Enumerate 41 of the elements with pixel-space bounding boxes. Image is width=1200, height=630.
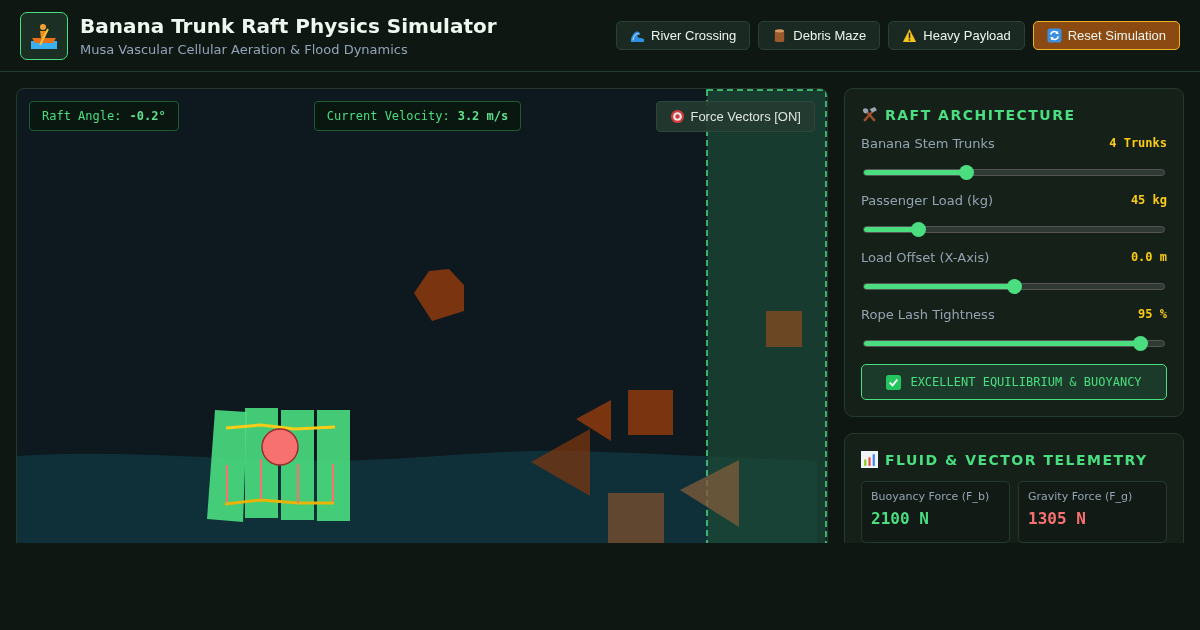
slider-label: Passenger Load (kg) bbox=[861, 193, 993, 208]
slider-reading: 45 kg bbox=[1130, 193, 1167, 208]
check-icon bbox=[886, 374, 902, 390]
debris-triangle bbox=[680, 460, 739, 527]
app-subtitle: Musa Vascular Cellular Aeration & Flood Dynamics bbox=[80, 42, 409, 57]
slider-label: Banana Stem Trunks bbox=[861, 136, 995, 151]
debris-block bbox=[766, 311, 802, 347]
reset-button[interactable]: Reset Simulation bbox=[1032, 21, 1180, 50]
debris-block bbox=[608, 493, 664, 543]
panel-title: FLUID & VECTOR TELEMETRY bbox=[885, 451, 1148, 468]
readout-label: Raft Angle: bbox=[42, 109, 122, 123]
metric-value: 1305 N bbox=[1028, 509, 1087, 528]
scenario-button[interactable]: Debris Maze bbox=[758, 21, 881, 50]
slider-reading: 4 Trunks bbox=[1109, 136, 1167, 151]
metric-label: Buoyancy Force (F_b) bbox=[871, 490, 991, 503]
target-icon bbox=[670, 109, 686, 124]
slider-thumb[interactable] bbox=[1006, 279, 1022, 294]
readout-value: 3.2 m/s bbox=[457, 109, 509, 123]
metric-label: Gravity Force (F_g) bbox=[1028, 490, 1134, 503]
tools-icon bbox=[861, 106, 878, 123]
debris-block bbox=[628, 390, 673, 435]
metric-value: 2100 N bbox=[871, 509, 930, 528]
readout-label: Current Velocity: bbox=[326, 109, 450, 123]
slider-thumb[interactable] bbox=[910, 222, 926, 237]
readout-value: -0.2° bbox=[129, 109, 166, 123]
slider-label: Rope Lash Tightness bbox=[861, 307, 995, 322]
scenario-button[interactable]: Heavy Payload bbox=[888, 21, 1025, 50]
slider-thumb[interactable] bbox=[1132, 336, 1148, 351]
bar-chart-icon bbox=[861, 451, 878, 468]
status-text: EXCELLENT EQUILIBRIUM & BUOYANCY bbox=[910, 375, 1142, 389]
force-vectors-toggle[interactable]: Force Vectors [ON] bbox=[656, 101, 815, 132]
reload-icon bbox=[1046, 28, 1062, 43]
app-title: Banana Trunk Raft Physics Simulator bbox=[80, 14, 497, 38]
slider-reading: 95 % bbox=[1138, 307, 1167, 322]
debris-pentagon bbox=[414, 269, 464, 321]
warning-icon bbox=[902, 28, 918, 43]
slider-thumb[interactable] bbox=[958, 165, 974, 180]
panel-title: RAFT ARCHITECTURE bbox=[885, 106, 1076, 123]
scenario-button[interactable]: River Crossing bbox=[616, 21, 751, 50]
slider-reading: 0.0 m bbox=[1130, 250, 1167, 265]
slider-label: Load Offset (X-Axis) bbox=[861, 250, 990, 265]
